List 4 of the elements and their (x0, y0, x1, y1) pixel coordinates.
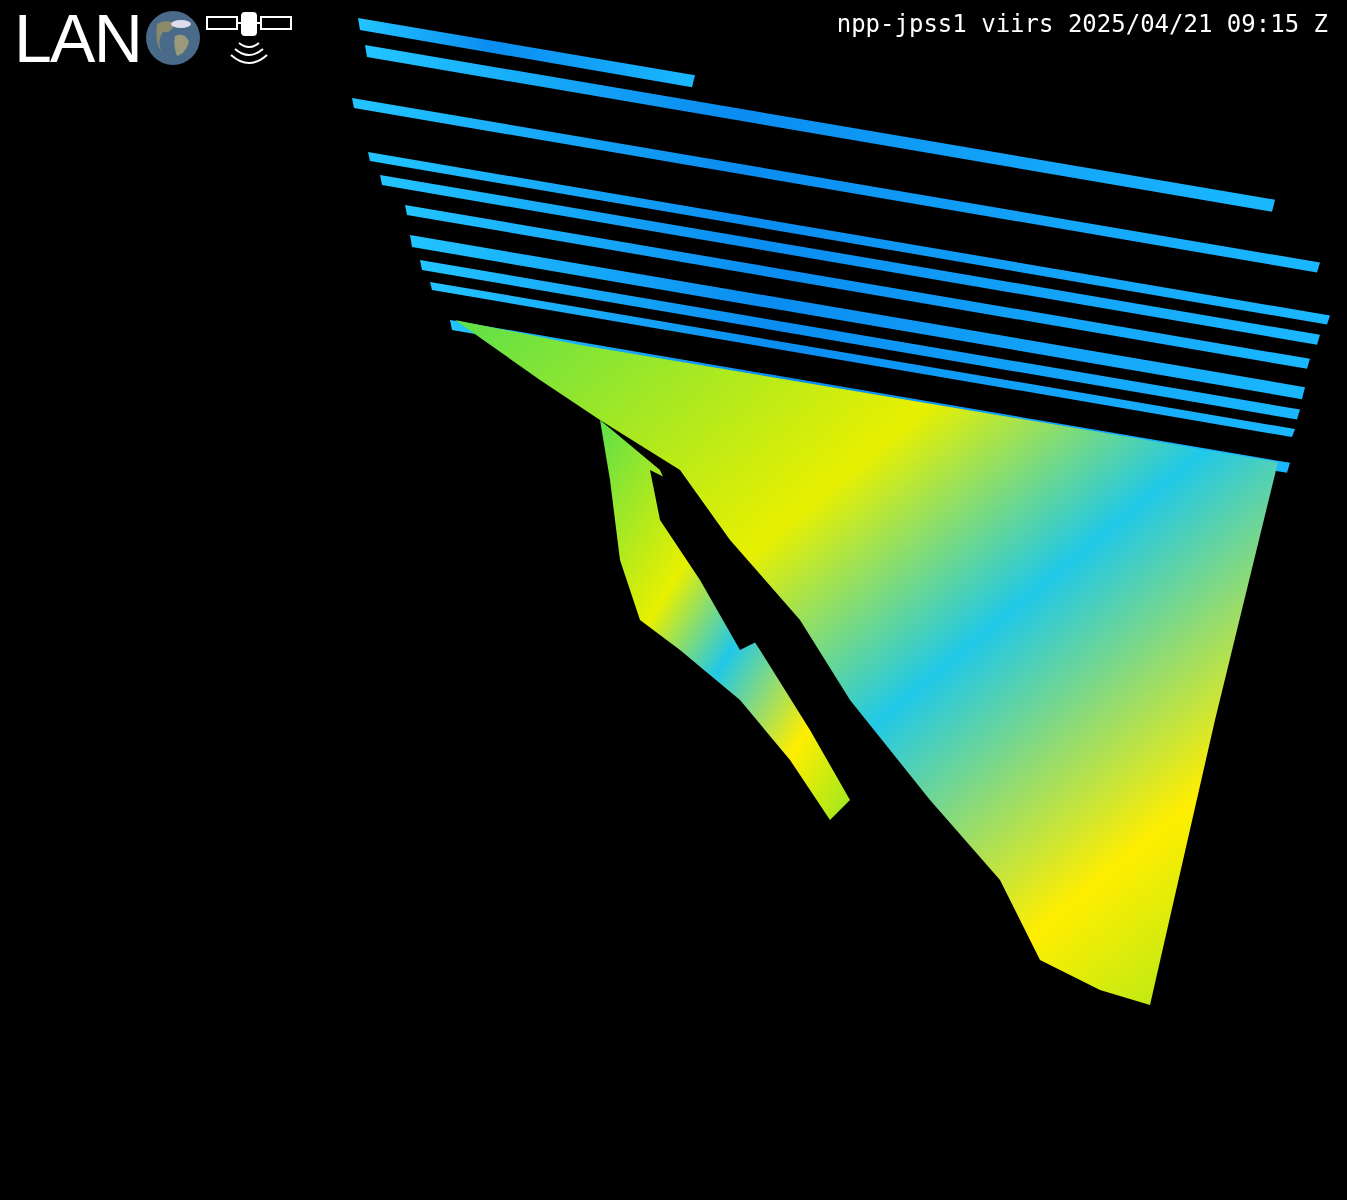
satellite-icon (205, 9, 294, 67)
logo-text: LAN (14, 4, 142, 72)
earth-globe-icon (145, 10, 202, 66)
pass-caption: npp-jpss1 viirs 2025/04/21 09:15 Z (836, 9, 1329, 40)
